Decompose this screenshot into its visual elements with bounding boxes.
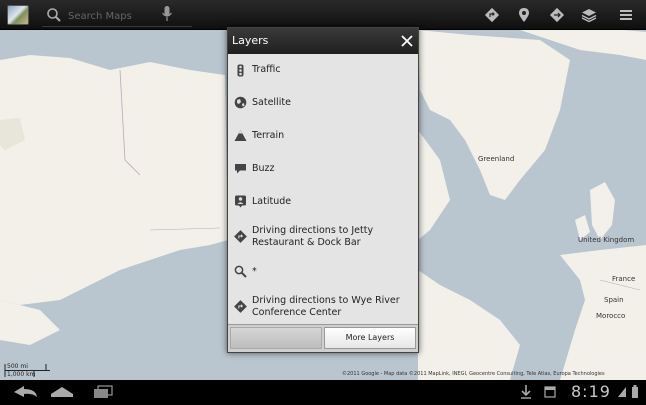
menu-icon[interactable]	[617, 6, 635, 24]
maps-app-icon[interactable]	[7, 5, 29, 25]
latitude-icon	[235, 195, 246, 208]
scale-miles-label: 500 mi	[7, 363, 28, 370]
calendar-icon[interactable]	[544, 384, 556, 400]
action-bar	[0, 0, 646, 30]
layer-item-latitude[interactable]: Latitude	[228, 185, 418, 218]
search-icon[interactable]	[46, 7, 62, 23]
wifi-signal-icon[interactable]	[617, 384, 627, 400]
layer-item-traffic[interactable]: Traffic	[228, 54, 418, 86]
layers-icon[interactable]	[580, 6, 598, 24]
dialog-header: Layers	[228, 28, 418, 54]
place-label: Greenland	[478, 155, 515, 163]
layer-item-directions-jetty[interactable]: Driving directions to Jetty Restaurant &…	[228, 218, 418, 255]
more-layers-button[interactable]: More Layers	[324, 327, 416, 349]
layer-label: Driving directions to Jetty Restaurant &…	[252, 224, 374, 248]
place-label: Spain	[604, 296, 624, 304]
map-scale: 500 mi 1,000 km	[4, 363, 64, 378]
directions-icon	[234, 230, 247, 243]
traffic-icon	[237, 64, 244, 76]
copyright-text: ©2011 Google - Map data ©2011 MapLink, I…	[342, 371, 605, 377]
globe-icon	[234, 96, 247, 109]
footer-button-blank	[230, 327, 322, 349]
download-icon[interactable]	[520, 384, 532, 400]
directions-icon	[234, 300, 247, 313]
battery-icon[interactable]	[630, 384, 640, 400]
home-icon[interactable]	[48, 384, 76, 400]
layer-label: Terrain	[252, 129, 285, 141]
layers-list: Traffic Satellite Terrain Buzz Latitude …	[228, 54, 418, 324]
layer-label: *	[252, 265, 257, 277]
dialog-title: Layers	[232, 34, 269, 47]
place-label: United Kingdom	[578, 236, 635, 244]
system-bar: 8:19	[0, 380, 646, 405]
places-pin-icon[interactable]	[515, 6, 533, 24]
layer-label: Buzz	[252, 162, 275, 174]
layer-item-search[interactable]: *	[228, 255, 418, 288]
buzz-icon	[235, 164, 246, 174]
layers-dialog: Layers Traffic Satellite Terrain Buzz La…	[227, 27, 419, 353]
layer-label: Traffic	[252, 64, 281, 75]
terrain-icon	[234, 130, 247, 141]
clock[interactable]: 8:19	[571, 382, 611, 401]
recent-apps-icon[interactable]	[90, 384, 116, 400]
layer-label: Satellite	[252, 96, 291, 108]
layer-label: Latitude	[252, 195, 292, 207]
place-label: France	[612, 275, 636, 283]
dialog-footer: More Layers	[228, 324, 418, 352]
layer-item-satellite[interactable]: Satellite	[228, 86, 418, 119]
place-label: Morocco	[596, 312, 626, 320]
layer-item-terrain[interactable]: Terrain	[228, 119, 418, 152]
layer-item-directions-wye-river[interactable]: Driving directions to Wye River Conferen…	[228, 288, 418, 324]
microphone-icon[interactable]	[161, 5, 173, 23]
layer-item-buzz[interactable]: Buzz	[228, 152, 418, 185]
scale-km-label: 1,000 km	[7, 371, 36, 378]
close-icon[interactable]	[398, 32, 416, 50]
navigation-icon[interactable]	[548, 6, 566, 24]
back-icon[interactable]	[12, 384, 40, 400]
directions-icon[interactable]	[483, 6, 501, 24]
search-icon	[234, 265, 247, 278]
layer-label: Driving directions to Wye River Conferen…	[252, 294, 400, 318]
